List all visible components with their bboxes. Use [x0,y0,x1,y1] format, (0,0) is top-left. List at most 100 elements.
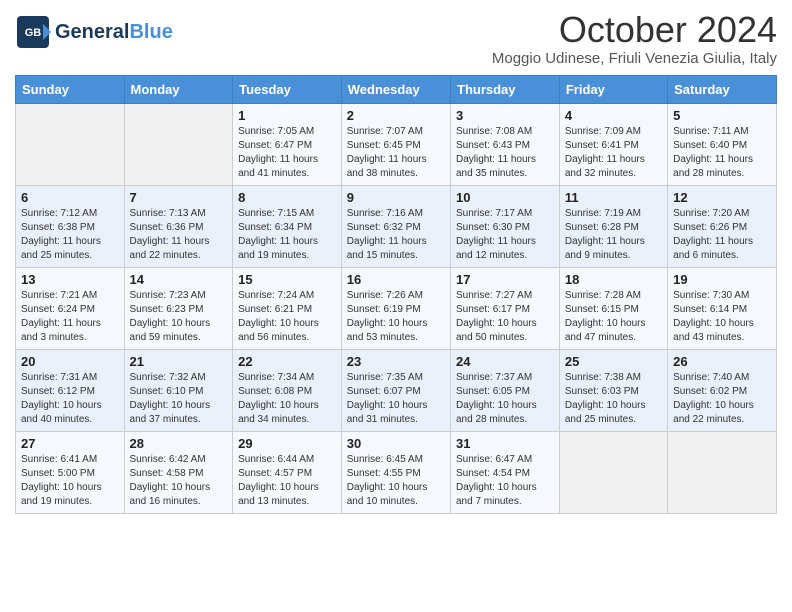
day-number: 6 [21,190,119,205]
day-content: Sunrise: 7:11 AMSunset: 6:40 PMDaylight:… [673,125,771,181]
day-content: Sunrise: 7:26 AMSunset: 6:19 PMDaylight:… [347,289,445,345]
day-content: Sunrise: 7:32 AMSunset: 6:10 PMDaylight:… [130,371,228,427]
day-content: Sunrise: 7:21 AMSunset: 6:24 PMDaylight:… [21,289,119,345]
day-content: Sunrise: 7:40 AMSunset: 6:02 PMDaylight:… [673,371,771,427]
day-cell: 2Sunrise: 7:07 AMSunset: 6:45 PMDaylight… [341,103,450,185]
day-number: 17 [456,272,554,287]
day-number: 2 [347,108,445,123]
logo-general: General [55,21,129,43]
day-number: 11 [565,190,662,205]
col-header-wednesday: Wednesday [341,75,450,103]
day-cell: 9Sunrise: 7:16 AMSunset: 6:32 PMDaylight… [341,185,450,267]
day-number: 14 [130,272,228,287]
day-cell: 15 Sunrise: 7:24 AMSunset: 6:21 PMDayligh… [233,267,342,349]
day-content: Sunrise: 6:41 AMSunset: 5:00 PMDaylight:… [21,453,119,509]
day-cell: 21 Sunrise: 7:32 AMSunset: 6:10 PMDayligh… [124,349,233,431]
day-cell [559,431,667,513]
day-number: 23 [347,354,445,369]
day-number: 19 [673,272,771,287]
col-header-monday: Monday [124,75,233,103]
week-row-1: 1Sunrise: 7:05 AMSunset: 6:47 PMDaylight… [16,103,777,185]
day-cell: 26 Sunrise: 7:40 AMSunset: 6:02 PMDayligh… [668,349,777,431]
day-content: Sunrise: 6:44 AMSunset: 4:57 PMDaylight:… [238,453,336,509]
day-number: 8 [238,190,336,205]
day-cell: 10Sunrise: 7:17 AMSunset: 6:30 PMDayligh… [451,185,560,267]
day-cell: 22 Sunrise: 7:34 AMSunset: 6:08 PMDayligh… [233,349,342,431]
day-number: 5 [673,108,771,123]
day-cell: 27 Sunrise: 6:41 AMSunset: 5:00 PMDayligh… [16,431,125,513]
logo-blue: Blue [129,21,172,43]
day-number: 26 [673,354,771,369]
day-content: Sunrise: 7:28 AMSunset: 6:15 PMDaylight:… [565,289,662,345]
day-content: Sunrise: 7:23 AMSunset: 6:23 PMDaylight:… [130,289,228,345]
day-cell: 13 Sunrise: 7:21 AMSunset: 6:24 PMDayligh… [16,267,125,349]
day-cell: 28Sunrise: 6:42 AMSunset: 4:58 PMDayligh… [124,431,233,513]
calendar-table: SundayMondayTuesdayWednesdayThursdayFrid… [15,75,777,514]
day-cell: 19 Sunrise: 7:30 AMSunset: 6:14 PMDayligh… [668,267,777,349]
day-number: 30 [347,436,445,451]
day-cell: 6 Sunrise: 7:12 AMSunset: 6:38 PMDaylight… [16,185,125,267]
day-cell: 11 Sunrise: 7:19 AMSunset: 6:28 PMDayligh… [559,185,667,267]
day-content: Sunrise: 7:13 AMSunset: 6:36 PMDaylight:… [130,207,228,263]
day-number: 15 [238,272,336,287]
day-cell: 1Sunrise: 7:05 AMSunset: 6:47 PMDaylight… [233,103,342,185]
day-number: 24 [456,354,554,369]
day-cell: 12Sunrise: 7:20 AMSunset: 6:26 PMDayligh… [668,185,777,267]
day-number: 25 [565,354,662,369]
day-content: Sunrise: 7:37 AMSunset: 6:05 PMDaylight:… [456,371,554,427]
day-content: Sunrise: 7:35 AMSunset: 6:07 PMDaylight:… [347,371,445,427]
day-content: Sunrise: 7:20 AMSunset: 6:26 PMDaylight:… [673,207,771,263]
day-content: Sunrise: 7:09 AMSunset: 6:41 PMDaylight:… [565,125,662,181]
week-row-2: 6 Sunrise: 7:12 AMSunset: 6:38 PMDaylight… [16,185,777,267]
day-number: 13 [21,272,119,287]
day-number: 4 [565,108,662,123]
location-title: Moggio Udinese, Friuli Venezia Giulia, I… [492,50,777,67]
day-content: Sunrise: 7:19 AMSunset: 6:28 PMDaylight:… [565,207,662,263]
day-number: 10 [456,190,554,205]
day-content: Sunrise: 6:45 AMSunset: 4:55 PMDaylight:… [347,453,445,509]
title-area: October 2024 Moggio Udinese, Friuli Vene… [492,10,777,67]
day-cell [124,103,233,185]
header-row: SundayMondayTuesdayWednesdayThursdayFrid… [16,75,777,103]
logo: GB GeneralBlue [15,10,173,50]
week-row-5: 27 Sunrise: 6:41 AMSunset: 5:00 PMDayligh… [16,431,777,513]
day-content: Sunrise: 7:30 AMSunset: 6:14 PMDaylight:… [673,289,771,345]
day-number: 27 [21,436,119,451]
day-cell: 17 Sunrise: 7:27 AMSunset: 6:17 PMDayligh… [451,267,560,349]
week-row-3: 13 Sunrise: 7:21 AMSunset: 6:24 PMDayligh… [16,267,777,349]
day-content: Sunrise: 6:42 AMSunset: 4:58 PMDaylight:… [130,453,228,509]
day-cell: 7 Sunrise: 7:13 AMSunset: 6:36 PMDaylight… [124,185,233,267]
day-cell: 3Sunrise: 7:08 AMSunset: 6:43 PMDaylight… [451,103,560,185]
day-cell: 4 Sunrise: 7:09 AMSunset: 6:41 PMDaylight… [559,103,667,185]
day-content: Sunrise: 6:47 AMSunset: 4:54 PMDaylight:… [456,453,554,509]
day-content: Sunrise: 7:24 AMSunset: 6:21 PMDaylight:… [238,289,336,345]
day-content: Sunrise: 7:15 AMSunset: 6:34 PMDaylight:… [238,207,336,263]
day-content: Sunrise: 7:12 AMSunset: 6:38 PMDaylight:… [21,207,119,263]
day-content: Sunrise: 7:38 AMSunset: 6:03 PMDaylight:… [565,371,662,427]
day-cell: 20Sunrise: 7:31 AMSunset: 6:12 PMDayligh… [16,349,125,431]
day-number: 31 [456,436,554,451]
day-cell: 16 Sunrise: 7:26 AMSunset: 6:19 PMDayligh… [341,267,450,349]
day-content: Sunrise: 7:08 AMSunset: 6:43 PMDaylight:… [456,125,554,181]
day-content: Sunrise: 7:16 AMSunset: 6:32 PMDaylight:… [347,207,445,263]
day-cell: 25 Sunrise: 7:38 AMSunset: 6:03 PMDayligh… [559,349,667,431]
day-cell: 14 Sunrise: 7:23 AMSunset: 6:23 PMDayligh… [124,267,233,349]
day-number: 29 [238,436,336,451]
day-cell [16,103,125,185]
logo-icon: GB [15,14,51,50]
day-number: 7 [130,190,228,205]
day-content: Sunrise: 7:31 AMSunset: 6:12 PMDaylight:… [21,371,119,427]
day-number: 22 [238,354,336,369]
day-content: Sunrise: 7:27 AMSunset: 6:17 PMDaylight:… [456,289,554,345]
month-title: October 2024 [492,10,777,50]
col-header-saturday: Saturday [668,75,777,103]
day-cell: 23 Sunrise: 7:35 AMSunset: 6:07 PMDayligh… [341,349,450,431]
col-header-tuesday: Tuesday [233,75,342,103]
day-content: Sunrise: 7:34 AMSunset: 6:08 PMDaylight:… [238,371,336,427]
day-number: 16 [347,272,445,287]
day-cell: 31 Sunrise: 6:47 AMSunset: 4:54 PMDayligh… [451,431,560,513]
week-row-4: 20Sunrise: 7:31 AMSunset: 6:12 PMDayligh… [16,349,777,431]
day-cell: 5 Sunrise: 7:11 AMSunset: 6:40 PMDaylight… [668,103,777,185]
day-number: 21 [130,354,228,369]
day-cell: 18Sunrise: 7:28 AMSunset: 6:15 PMDayligh… [559,267,667,349]
